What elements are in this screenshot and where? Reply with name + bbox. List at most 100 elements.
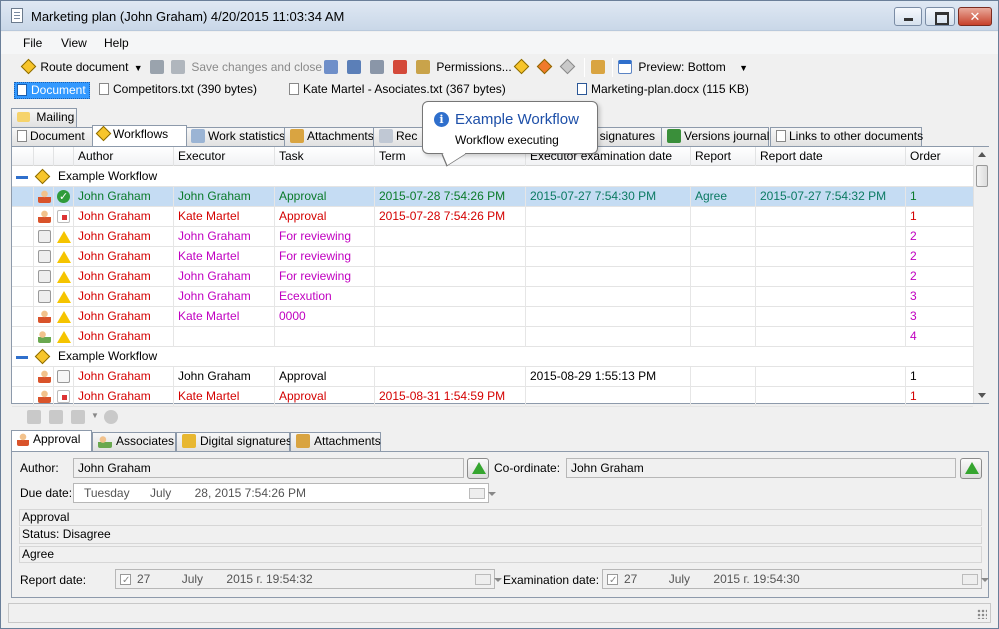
save-and-close-button[interactable]: Save changes and close — [171, 59, 322, 77]
cell-author: John Graham — [74, 227, 174, 247]
table-row[interactable]: John Graham 4 — [12, 327, 973, 347]
cell-executor: Kate Martel — [174, 387, 275, 407]
header-executor[interactable]: Executor — [174, 147, 275, 166]
cell-report-date — [756, 267, 906, 287]
table-row[interactable]: John Graham John Graham For reviewing 2 — [12, 267, 973, 287]
workflow-icon — [34, 168, 51, 185]
table-row[interactable]: John Graham John Graham Approval 2015-08-29… — [12, 367, 973, 387]
scroll-down-icon[interactable] — [978, 393, 986, 398]
coordinate-field[interactable]: John Graham — [566, 458, 956, 478]
coordinate-select-button[interactable] — [960, 458, 982, 479]
tab-associates[interactable]: Associates — [92, 432, 176, 451]
doc-chip-document[interactable]: Document — [14, 82, 90, 99]
chevron-down-icon[interactable]: ▼ — [91, 411, 99, 420]
table-row[interactable]: John Graham Kate Martel 0000 3 — [12, 307, 973, 327]
save-icon[interactable] — [27, 410, 41, 424]
close-button[interactable]: ✕ — [958, 7, 992, 26]
table-row[interactable]: John Graham Kate Martel Approval 2015-07-28… — [12, 207, 973, 227]
attach-icon[interactable] — [591, 59, 605, 77]
workflow-back-icon[interactable] — [559, 58, 576, 77]
cell-report — [691, 307, 756, 327]
route-document-button[interactable]: Route document ▼ — [20, 58, 143, 77]
cell-exam — [526, 267, 691, 287]
minimize-button[interactable] — [894, 7, 922, 26]
calendar-dropdown-icon[interactable] — [469, 488, 496, 499]
close-icon: ✕ — [969, 9, 981, 24]
sign-icon[interactable] — [49, 410, 63, 424]
header-task[interactable]: Task — [275, 147, 375, 166]
sign-icon[interactable] — [347, 59, 361, 77]
approve-icon[interactable] — [71, 410, 85, 424]
cell-report — [691, 327, 756, 347]
status-band: Status: Disagree — [19, 527, 982, 544]
tab-detail-attachments[interactable]: Attachments — [290, 432, 381, 451]
author-field[interactable]: John Graham — [73, 458, 464, 478]
tab-mailing[interactable]: Mailing — [11, 108, 77, 127]
author-select-button[interactable] — [467, 458, 489, 479]
vertical-scrollbar[interactable] — [973, 147, 989, 403]
coordinate-value: John Graham — [571, 461, 644, 475]
cancel-icon[interactable] — [104, 410, 118, 424]
person-icon — [38, 370, 51, 383]
person-icon — [38, 310, 51, 323]
tab-links-to-other-documents[interactable]: Links to other documents — [770, 127, 924, 146]
workflow-start-icon[interactable] — [513, 58, 530, 77]
detail-toolbar: ▼ — [11, 406, 989, 428]
cell-task: 0000 — [275, 307, 375, 327]
row-gutter — [12, 187, 34, 207]
workflow-group-row[interactable]: Example Workflow — [12, 347, 973, 367]
chevron-down-icon: ▼ — [739, 63, 748, 73]
tab-approval[interactable]: Approval — [11, 430, 92, 451]
report-date-checkbox[interactable] — [120, 572, 131, 590]
calendar-dropdown-icon[interactable] — [475, 574, 502, 585]
maximize-button[interactable] — [925, 7, 955, 26]
workflow-group-row[interactable]: Example Workflow — [12, 167, 973, 187]
table-row[interactable]: John Graham Kate Martel Approval 2015-08-31… — [12, 387, 973, 407]
table-row[interactable]: John GrahamJohn GrahamApproval2015-07-28… — [12, 187, 973, 207]
menu-file[interactable]: File — [23, 36, 42, 50]
header-order[interactable]: Order — [906, 147, 973, 166]
header-report-date[interactable]: Report date — [756, 147, 906, 166]
doc-chip-marketing-plan[interactable]: Marketing-plan.docx (115 KB) — [577, 82, 749, 99]
save-icon[interactable] — [150, 59, 164, 77]
permissions-button[interactable]: Permissions... — [416, 59, 512, 77]
header-report[interactable]: Report — [691, 147, 756, 166]
report-rest: 2015 г. 19:54:32 — [226, 572, 313, 586]
cell-report-date: 2015-07-27 7:54:32 PM — [756, 187, 906, 207]
tab-versions-journal[interactable]: Versions journal — [661, 127, 769, 146]
collapse-icon[interactable] — [16, 176, 28, 179]
examination-date-checkbox[interactable] — [607, 572, 618, 590]
examination-date-picker[interactable]: 27 July 2015 г. 19:54:30 — [602, 569, 989, 590]
scroll-thumb[interactable] — [976, 165, 988, 187]
workflow-stop-icon[interactable] — [536, 58, 553, 77]
doc-chip-associates[interactable]: Kate Martel - Asociates.txt (367 bytes) — [289, 82, 506, 99]
collapse-icon[interactable] — [16, 356, 28, 359]
print-icon[interactable] — [370, 59, 384, 77]
preview-button[interactable]: Preview: Bottom ▼ — [618, 59, 748, 77]
print-settings-icon[interactable] — [324, 59, 338, 77]
warning-icon — [57, 251, 71, 263]
tab-label: Links to other documents — [789, 129, 924, 143]
scroll-up-icon[interactable] — [978, 152, 986, 157]
tab-workflows[interactable]: Workflows — [92, 125, 187, 146]
warning-icon — [57, 291, 71, 303]
table-row[interactable]: John Graham John Graham Ecexution 3 — [12, 287, 973, 307]
pdf-icon[interactable] — [393, 59, 407, 77]
tab-document[interactable]: Document — [11, 127, 94, 146]
doc-chip-competitors[interactable]: Competitors.txt (390 bytes) — [99, 82, 257, 99]
table-row[interactable]: John Graham John Graham For reviewing 2 — [12, 227, 973, 247]
table-row[interactable]: John Graham Kate Martel For reviewing 2 — [12, 247, 973, 267]
preview-label: Preview: Bottom — [638, 60, 726, 74]
tab-work-statistics[interactable]: Work statistics — [185, 127, 285, 146]
tab-detail-digital-signatures[interactable]: Digital signatures — [176, 432, 292, 451]
menu-help[interactable]: Help — [104, 36, 129, 50]
menu-view[interactable]: View — [61, 36, 87, 50]
row-status-cell — [54, 387, 74, 407]
tab-attachments[interactable]: Attachments — [284, 127, 374, 146]
menu-bar: File View Help — [1, 32, 998, 54]
header-author[interactable]: Author — [74, 147, 174, 166]
due-date-picker[interactable]: Tuesday July 28, 2015 7:54:26 PM — [73, 483, 496, 503]
report-date-picker[interactable]: 27 July 2015 г. 19:54:32 — [115, 569, 502, 590]
calendar-dropdown-icon[interactable] — [962, 574, 989, 585]
resize-grip-icon[interactable] — [977, 609, 987, 619]
